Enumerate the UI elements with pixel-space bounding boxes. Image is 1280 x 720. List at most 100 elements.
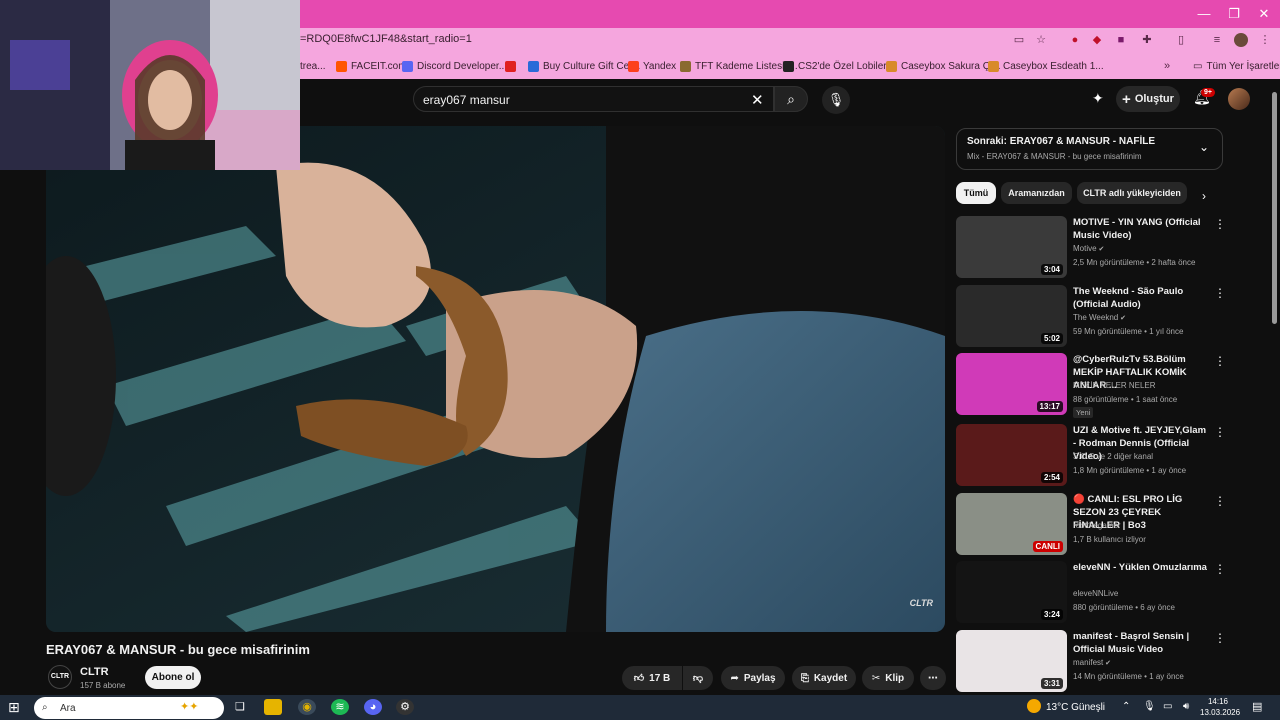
extension-icon[interactable]: ◆ [1090,33,1104,47]
all-bookmarks[interactable]: ▭ Tüm Yer İşaretleri [1193,58,1280,74]
mic-button[interactable]: 🎙 [822,86,850,114]
media-icon[interactable]: ≡ [1210,33,1224,47]
bookmark-label: Buy Culture Gift Cer... [543,60,641,72]
video-thumbnail[interactable]: 5:02 [956,285,1067,347]
notification-icon[interactable]: ▤ [1252,700,1262,713]
chevron-right-icon[interactable]: › [1202,189,1206,203]
recommendation-title[interactable]: manifest - Başrol Sensin | Official Musi… [1073,630,1208,656]
discord-icon[interactable]: ◕ [364,699,382,715]
recommendation-channel[interactable]: eleveNNLive [1073,589,1118,598]
video-thumbnail[interactable]: CANLI [956,493,1067,555]
close-icon[interactable]: ✕ [1248,0,1280,28]
more-icon[interactable]: ⋮ [1214,563,1226,575]
video-thumbnail[interactable]: 13:17 [956,353,1067,415]
clip-button[interactable]: ✂ Klip [862,666,914,690]
spark-icon[interactable]: ✦ [1092,90,1104,107]
more-icon[interactable]: ⋮ [1214,287,1226,299]
network-icon[interactable]: ▭ [1163,701,1172,712]
recommendation-item[interactable]: 3:04 MOTIVE - YIN YANG (Official Music Vi… [956,216,1226,278]
url-field[interactable]: =RDQ0E8fwC1JF48&start_radio=1 [300,33,472,45]
recommendation-item[interactable]: 2:54 UZI & Motive ft. JEYJEY,Glam - Rodma… [956,424,1226,486]
up-next-panel[interactable] [956,128,1223,170]
save-button[interactable]: ⎘ Kaydet [792,666,856,690]
weather-text[interactable]: 13°C Güneşli [1046,702,1105,713]
channel-avatar[interactable]: CLTR [48,665,72,689]
spotify-icon[interactable]: ≋ [331,699,349,715]
volume-icon[interactable]: 🔊︎ [1183,701,1189,712]
recommendation-channel[interactable]: manifest ✔ [1073,658,1111,667]
recommendation-item[interactable]: CANLI 🔴 CANLI: ESL PRO LİG SEZON 23 ÇEYRE… [956,493,1226,555]
like-button[interactable]: 👍︎ 17 B [622,666,682,690]
microphone-icon[interactable]: 🎙 [1143,701,1156,712]
scrollbar-thumb[interactable] [1272,92,1277,324]
menu-icon[interactable]: ⋮ [1258,33,1272,47]
recommendation-title[interactable]: MOTIVE - YIN YANG (Official Music Video) [1073,216,1208,242]
channel-name[interactable]: CLTR [80,666,109,678]
more-icon[interactable]: ⋮ [1214,426,1226,438]
chip-from-uploader[interactable]: CLTR adlı yükleyiciden [1077,182,1187,204]
chevron-right-icon[interactable]: » [1160,59,1174,73]
puzzle-icon[interactable]: ✚ [1140,33,1154,47]
install-icon[interactable]: ▭ [1012,33,1026,47]
more-actions-button[interactable]: ⋯ [920,666,946,690]
chrome-icon[interactable]: ◉ [298,699,316,715]
recommendation-channel[interactable]: S.O.S ve 2 diğer kanal [1073,452,1153,461]
star-icon[interactable]: ☆ [1034,33,1048,47]
recommendation-channel[interactable]: The Weeknd ✔ [1073,313,1126,322]
dislike-button[interactable]: 👎︎ [683,666,713,690]
recommendation-title[interactable]: The Weeknd - São Paulo (Official Audio) [1073,285,1208,311]
recommendation-item[interactable]: 3:24 eleveNN - Yüklen Omuzlarıma eleveNNLi… [956,561,1226,623]
share-button[interactable]: ➦ Paylaş [721,666,785,690]
minimize-icon[interactable]: — [1188,0,1220,28]
channel-name: manifest [1073,658,1104,667]
bookmark-item[interactable]: Discord Developer... [402,58,507,74]
bookmark-item[interactable]: Caseybox Esdeath 1... [988,58,1104,74]
video-thumbnail[interactable]: 3:04 [956,216,1067,278]
bookmark-item[interactable]: CS2'de Özel Lobiler... [783,58,894,74]
more-icon[interactable]: ⋮ [1214,495,1226,507]
extension-icon[interactable]: ● [1068,33,1082,47]
bookmark-item[interactable]: Yandex [628,58,676,74]
app-icon[interactable]: ⚙ [396,699,414,715]
more-icon[interactable]: ⋮ [1214,218,1226,230]
bookmark-item[interactable]: TFT Kademe Listesi i... [680,58,798,74]
video-player[interactable]: CLTR [46,126,945,632]
extension-icon[interactable]: ■ [1114,33,1128,47]
account-avatar[interactable] [1228,88,1250,110]
video-thumbnail[interactable]: 3:31 [956,630,1067,692]
search-button[interactable]: ⌕ [774,86,808,112]
task-view-icon[interactable]: ❏ [231,699,249,715]
recommendation-title[interactable]: eleveNN - Yüklen Omuzlarıma [1073,561,1208,574]
bookmark-item[interactable]: Caseybox Sakura Çi... [886,58,1001,74]
video-thumbnail[interactable]: 3:24 [956,561,1067,623]
more-icon[interactable]: ⋮ [1214,355,1226,367]
create-button[interactable]: + Oluştur [1116,86,1180,112]
bookmark-item[interactable]: trea... [300,58,326,74]
sidebar-icon[interactable]: ▯ [1174,33,1188,47]
recommendation-meta: 2,5 Mn görüntüleme • 2 hafta önce [1073,258,1196,267]
chip-from-search[interactable]: Aramanızdan [1001,182,1072,204]
clear-icon[interactable]: ✕ [751,91,764,109]
recommendation-channel[interactable]: Motive ✔ [1073,244,1104,253]
bookmark-item[interactable]: FACEIT.com [336,58,407,74]
subscribe-button[interactable]: Abone ol [145,666,201,689]
more-icon[interactable]: ⋮ [1214,632,1226,644]
recommendation-channel[interactable]: rootthegamer [1073,521,1121,530]
profile-avatar[interactable] [1234,33,1248,47]
bookmark-item[interactable] [505,58,520,74]
recommendation-channel[interactable]: MEKİP NELER NELER [1073,381,1156,390]
bookmark-item[interactable]: Buy Culture Gift Cer... [528,58,640,74]
restore-icon[interactable]: ❐ [1218,0,1250,28]
recommendation-item[interactable]: 3:31 manifest - Başrol Sensin | Official … [956,630,1226,692]
chevron-down-icon[interactable]: ⌄ [1199,140,1209,154]
recommendation-item[interactable]: 13:17 @CyberRulzTv 53.Bölüm MEKİP HAFTALI… [956,353,1226,418]
windows-start-icon[interactable]: ⊞ [8,699,20,716]
clock[interactable]: 14:16 13.03.2026 [1200,696,1240,718]
search-query[interactable]: eray067 mansur [423,93,510,107]
video-thumbnail[interactable]: 2:54 [956,424,1067,486]
chip-all[interactable]: Tümü [956,182,996,204]
chevron-up-icon[interactable]: ⌃ [1122,701,1130,712]
file-explorer-icon[interactable] [264,699,282,715]
share-icon: ➦ [730,672,739,684]
recommendation-item[interactable]: 5:02 The Weeknd - São Paulo (Official Aud… [956,285,1226,347]
